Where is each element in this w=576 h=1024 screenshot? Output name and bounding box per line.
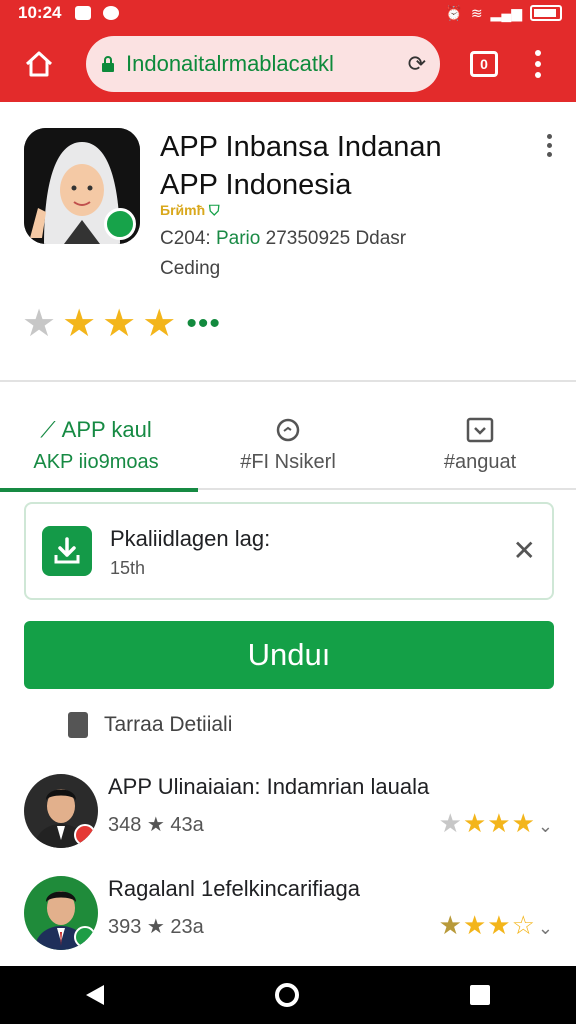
home-button[interactable] — [14, 39, 64, 89]
verified-icon: ⛉ — [209, 202, 220, 218]
app-header: APP Inbansa Indanan APP Indonesia Бrйmћ … — [24, 128, 556, 308]
app-info-green: Pario — [215, 228, 261, 249]
app-info: C204: Pario 27350925 Ddasr — [160, 228, 406, 250]
app-meta-text: Бrйmћ — [160, 202, 206, 218]
related-rating: ★★★★ ⌄ — [439, 808, 554, 839]
star-filled-icon: ★ — [511, 808, 536, 838]
tab-switcher-button[interactable]: 0 — [470, 51, 498, 77]
app-icon — [24, 128, 140, 244]
wifi-icon: ≋ — [470, 4, 483, 21]
app-info-prefix: C204: — [160, 228, 211, 249]
url-text: Indonaitalrmablacatkl — [126, 51, 334, 76]
tab-info[interactable]: #FI Nsikerl — [192, 398, 384, 490]
download-icon — [42, 526, 92, 576]
star-empty-icon: ★ — [22, 303, 57, 345]
star-filled-icon: ★ — [438, 910, 463, 940]
rating-row: ★ ★ ★ ★ ••• — [22, 304, 221, 344]
star-filled-icon: ★ — [142, 303, 177, 345]
close-icon[interactable]: ✕ — [513, 534, 536, 567]
download-button[interactable]: Unduı — [24, 621, 554, 689]
list-item[interactable]: Ragalanl 1efelkincarifiaga 393 ★ 23a ★★★… — [24, 876, 554, 962]
tab-count: 0 — [480, 56, 488, 72]
list-item[interactable]: APP Ulinaiaian: Indamrian lauala 348 ★ 4… — [24, 774, 554, 860]
notification-icon — [75, 6, 92, 20]
battery-icon — [530, 5, 562, 21]
related-rating: ★★★☆ ⌄ — [439, 910, 554, 941]
tab-app-top: APP kaul — [61, 416, 152, 442]
tab-info-label: #FI Nsikerl — [240, 450, 336, 473]
related-title: APP Ulinaiaian: Indamrian lauala — [108, 774, 430, 799]
badge-icon — [74, 926, 96, 948]
status-bar: 10:24 ⏰ ≋ ▂▄▆ — [0, 0, 576, 26]
details-link-label: Tarraa Detiiali — [104, 713, 233, 736]
download-title: Pkaliidlagen lag: — [110, 526, 271, 551]
star-half-icon: ☆ — [511, 910, 536, 940]
related-subtitle: 393 ★ 23a — [108, 916, 204, 938]
star-filled-icon: ★ — [462, 910, 488, 940]
rating-more[interactable]: ••• — [186, 307, 221, 341]
tab-related[interactable]: #anguat — [384, 398, 576, 490]
home-icon — [25, 51, 53, 77]
tab-related-label: #anguat — [443, 450, 517, 473]
app-badge-icon — [104, 208, 136, 240]
star-empty-icon: ★ — [438, 808, 463, 838]
status-time: 10:24 — [18, 3, 62, 22]
related-subtitle: 348 ★ 43a — [108, 814, 204, 836]
clock-icon — [276, 418, 300, 441]
star-filled-icon: ★ — [462, 808, 488, 838]
avatar — [24, 876, 98, 950]
badge-icon — [74, 824, 96, 846]
back-icon[interactable] — [85, 985, 104, 1005]
details-link[interactable]: Tarraa Detiiali — [68, 712, 232, 738]
divider — [0, 380, 576, 382]
chevron-down-icon[interactable]: ⌄ — [538, 816, 554, 836]
tab-active-indicator — [0, 488, 198, 492]
star-filled-icon: ★ — [487, 808, 512, 838]
document-icon — [68, 712, 88, 738]
app-category: Ceding — [160, 258, 221, 279]
system-nav-bar — [0, 966, 576, 1024]
reload-icon[interactable]: ⟳ — [408, 51, 426, 77]
app-notification-icon — [103, 6, 120, 20]
link-icon: ⟋ — [40, 416, 56, 442]
app-title: APP Inbansa Indanan APP Indonesia — [160, 128, 520, 204]
tab-bar: ⟋ APP kaul AKP iio9moas #FI Nsikerl #ang… — [0, 398, 576, 490]
recents-icon[interactable] — [470, 985, 491, 1005]
related-title: Ragalanl 1efelkincarifiaga — [108, 876, 360, 901]
tab-app-label: AKP iio9moas — [33, 450, 159, 473]
avatar — [24, 774, 98, 848]
signal-icon: ▂▄▆ — [490, 4, 522, 21]
star-filled-icon: ★ — [487, 910, 512, 940]
tab-app[interactable]: ⟋ APP kaul AKP iio9moas — [0, 398, 192, 490]
star-filled-icon: ★ — [62, 303, 97, 345]
star-filled-icon: ★ — [102, 303, 137, 345]
chevron-down-icon[interactable]: ⌄ — [538, 918, 554, 938]
dropdown-box-icon — [466, 417, 494, 442]
browser-menu-button[interactable] — [530, 50, 546, 78]
home-circle-icon[interactable] — [274, 983, 299, 1007]
download-subtitle: 15th — [110, 558, 146, 578]
app-title-line1: APP Inbansa Indanan — [160, 131, 442, 163]
app-overflow-menu[interactable] — [547, 134, 552, 157]
download-card[interactable]: Pkaliidlagen lag: 15th ✕ — [24, 502, 554, 600]
lock-icon — [102, 56, 114, 72]
app-info-rest: 27350925 Ddasr — [265, 228, 407, 249]
app-meta: Бrйmћ ⛉ — [160, 202, 220, 219]
app-title-line2: APP Indonesia — [160, 169, 352, 201]
alarm-icon: ⏰ — [445, 4, 463, 21]
url-bar[interactable]: Indonaitalrmablacatkl ⟳ — [86, 36, 440, 92]
browser-toolbar: Indonaitalrmablacatkl ⟳ 0 — [0, 26, 576, 102]
